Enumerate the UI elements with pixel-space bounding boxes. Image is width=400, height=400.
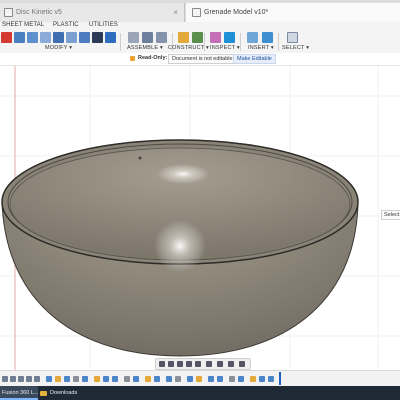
viewports-icon[interactable] (228, 361, 234, 367)
read-only-label: Read-Only: (138, 55, 168, 61)
timeline-end-icon[interactable] (34, 376, 40, 382)
axis-icon[interactable] (192, 32, 203, 43)
construct-menu[interactable]: CONSTRUCT ▾ (168, 45, 209, 51)
workspace-tabs: SHEET METAL PLASTIC UTILITIES (0, 22, 400, 30)
tab-title: Grenade Model v10* (204, 9, 269, 16)
joint-icon[interactable] (142, 32, 153, 43)
toolbar-divider (278, 33, 279, 51)
press-pull-icon[interactable] (14, 32, 25, 43)
timeline-feature-icon[interactable] (229, 376, 235, 382)
orbit-icon[interactable] (159, 361, 165, 367)
tab-sheet-metal[interactable]: SHEET METAL (2, 22, 44, 28)
tab-plastic[interactable]: PLASTIC (53, 22, 79, 28)
document-tab-bar: Disc Kinetic v5 × Grenade Model v10* (0, 0, 400, 23)
main-toolbar: MODIFY ▾ ASSEMBLE ▾ CONSTRUCT ▾ INSPECT … (0, 30, 400, 54)
timeline-feature-icon[interactable] (259, 376, 265, 382)
timeline-play-icon[interactable] (18, 376, 24, 382)
toolbar-divider (120, 33, 121, 51)
section-analysis-icon[interactable] (224, 32, 235, 43)
fit-icon[interactable] (195, 361, 201, 367)
timeline-feature-icon[interactable] (145, 376, 151, 382)
timeline-feature-icon[interactable] (64, 376, 70, 382)
timeline-feature-icon[interactable] (112, 376, 118, 382)
history-timeline (0, 370, 400, 387)
measure-icon[interactable] (210, 32, 221, 43)
taskbar-downloads-label: Downloads (50, 390, 78, 396)
offset-plane-icon[interactable] (178, 32, 189, 43)
toolbar-divider (240, 33, 241, 51)
read-only-banner: Read-Only: Document is not editable Make… (0, 53, 400, 66)
display-settings-icon[interactable] (206, 361, 212, 367)
timeline-feature-icon[interactable] (268, 376, 274, 382)
folder-icon (40, 390, 47, 396)
fillet-icon[interactable] (27, 32, 38, 43)
assemble-menu[interactable]: ASSEMBLE ▾ (127, 45, 163, 51)
navigation-bar (155, 358, 251, 370)
timeline-feature-icon[interactable] (208, 376, 214, 382)
make-editable-button[interactable]: Make Editable (233, 54, 276, 64)
tab-title: Disc Kinetic v5 (16, 9, 62, 16)
cancel-icon[interactable] (1, 32, 12, 43)
design-viewport[interactable]: Select o (0, 66, 400, 370)
look-at-icon[interactable] (168, 361, 174, 367)
document-icon (192, 8, 201, 17)
move-icon[interactable] (92, 32, 103, 43)
document-tab-grenade[interactable]: Grenade Model v10* (186, 3, 400, 22)
timeline-feature-icon[interactable] (154, 376, 160, 382)
timeline-feature-icon[interactable] (55, 376, 61, 382)
environment-icon[interactable] (239, 361, 245, 367)
timeline-start-icon[interactable] (2, 376, 8, 382)
document-tab-disc[interactable]: Disc Kinetic v5 × (0, 3, 185, 22)
timeline-feature-icon[interactable] (166, 376, 172, 382)
timeline-feature-icon[interactable] (238, 376, 244, 382)
timeline-feature-icon[interactable] (82, 376, 88, 382)
read-only-message: Document is not editable (168, 54, 237, 64)
grid-settings-icon[interactable] (217, 361, 223, 367)
timeline-feature-icon[interactable] (175, 376, 181, 382)
timeline-feature-icon[interactable] (46, 376, 52, 382)
new-component-icon[interactable] (128, 32, 139, 43)
close-icon[interactable]: × (173, 8, 178, 17)
pan-icon[interactable] (177, 361, 183, 367)
insert-canvas-icon[interactable] (262, 32, 273, 43)
timeline-feature-icon[interactable] (103, 376, 109, 382)
lock-icon (130, 56, 135, 61)
insert-menu[interactable]: INSERT ▾ (248, 45, 274, 51)
timeline-feature-icon[interactable] (217, 376, 223, 382)
specular-highlight (157, 164, 209, 184)
as-built-joint-icon[interactable] (156, 32, 167, 43)
select-menu[interactable]: SELECT ▾ (282, 45, 309, 51)
tab-utilities[interactable]: UTILITIES (89, 22, 118, 28)
timeline-feature-icon[interactable] (124, 376, 130, 382)
taskbar-downloads[interactable]: Downloads (40, 386, 77, 400)
align-icon[interactable] (105, 32, 116, 43)
scale-icon[interactable] (79, 32, 90, 43)
timeline-feature-icon[interactable] (196, 376, 202, 382)
timeline-feature-icon[interactable] (73, 376, 79, 382)
zoom-icon[interactable] (186, 361, 192, 367)
chamfer-icon[interactable] (40, 32, 51, 43)
split-icon[interactable] (66, 32, 77, 43)
timeline-feature-icon[interactable] (133, 376, 139, 382)
sketch-point (138, 156, 142, 160)
select-icon[interactable] (287, 32, 298, 43)
timeline-feature-icon[interactable] (250, 376, 256, 382)
selection-tooltip: Select o (381, 210, 400, 220)
timeline-marker[interactable] (279, 372, 281, 385)
document-icon (4, 8, 13, 17)
inspect-menu[interactable]: INSPECT ▾ (210, 45, 240, 51)
insert-mesh-icon[interactable] (247, 32, 258, 43)
shell-icon[interactable] (53, 32, 64, 43)
bowl-model[interactable] (0, 66, 400, 370)
timeline-feature-icon[interactable] (187, 376, 193, 382)
specular-highlight-body (154, 220, 206, 272)
timeline-feature-icon[interactable] (94, 376, 100, 382)
os-taskbar: Fusion 360 L... Downloads (0, 386, 400, 400)
timeline-prev-icon[interactable] (10, 376, 16, 382)
modify-menu[interactable]: MODIFY ▾ (45, 45, 72, 51)
timeline-next-icon[interactable] (26, 376, 32, 382)
